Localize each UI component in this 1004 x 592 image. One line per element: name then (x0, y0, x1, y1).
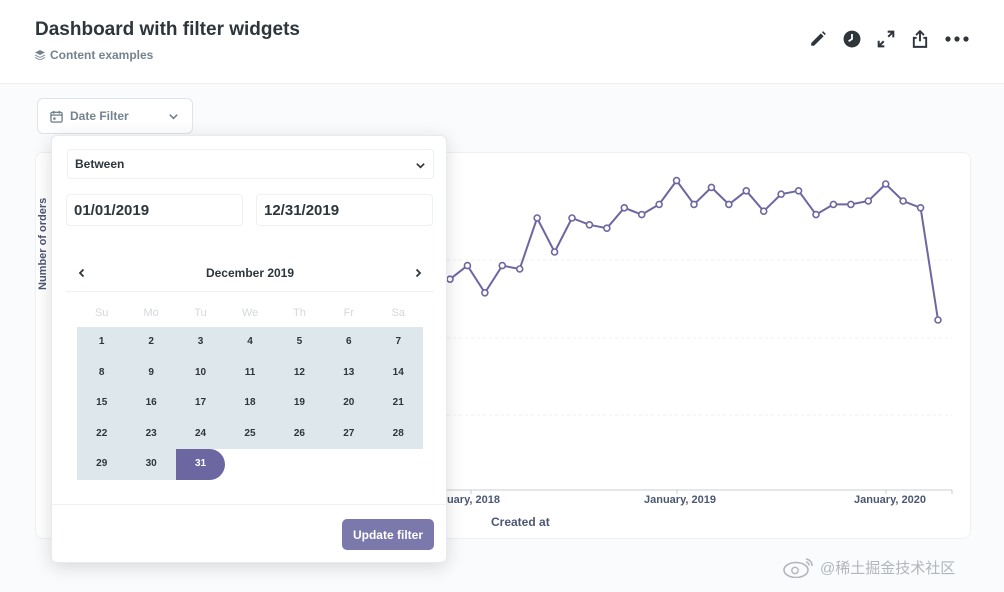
calendar-week-row: 8 9 10 11 12 13 14 (77, 357, 423, 388)
data-point[interactable] (481, 288, 489, 297)
calendar-day-16[interactable]: 16 (126, 388, 176, 419)
watermark-text: @稀土掘金技术社区 (820, 559, 956, 577)
weekday-label: Sa (391, 307, 405, 319)
start-date-input[interactable] (66, 194, 243, 226)
data-point[interactable] (794, 187, 803, 195)
data-point[interactable] (585, 221, 594, 229)
data-point[interactable] (934, 316, 942, 324)
weekday-label: Tu (194, 307, 207, 319)
calendar-day-24[interactable]: 24 (175, 418, 226, 449)
weekday-label: We (241, 307, 259, 319)
data-point[interactable] (777, 190, 785, 198)
weibo-logo-icon (783, 558, 813, 578)
data-point[interactable] (620, 204, 629, 212)
calendar-day-13[interactable]: 13 (324, 357, 374, 388)
calendar-day-3[interactable]: 3 (175, 327, 226, 358)
weekday-label: Mo (143, 307, 159, 319)
calendar-month-label: December 2019 (205, 266, 295, 280)
chevron-right-icon (415, 268, 422, 278)
calendar-day-4[interactable]: 4 (225, 327, 275, 358)
calendar-empty-cell (324, 449, 373, 480)
data-point[interactable] (707, 183, 716, 192)
data-point[interactable] (742, 187, 751, 195)
watermark: @稀土掘金技术社区 (782, 556, 955, 578)
data-point[interactable] (498, 261, 507, 270)
calendar-empty-cell (225, 449, 274, 480)
calendar-grid: Su Mo Tu We Th Fr Sa 1 2 3 4 5 6 7 8 9 10 11 12 13 14 15 16 17 1… (77, 299, 423, 480)
data-point[interactable] (533, 214, 541, 222)
date-filter-popover: Between December 2019 SuMoTuWeThFrSa1234… (51, 135, 447, 563)
data-point[interactable] (812, 210, 820, 219)
calendar-day-22[interactable]: 22 (77, 418, 127, 449)
weekday-label: Th (292, 307, 306, 319)
calendar-day-12[interactable]: 12 (274, 357, 325, 388)
data-point[interactable] (881, 180, 890, 188)
calendar-day-10[interactable]: 10 (175, 357, 226, 388)
data-point[interactable] (603, 224, 611, 232)
data-point[interactable] (637, 210, 646, 219)
data-point[interactable] (725, 200, 733, 209)
data-point[interactable] (690, 200, 698, 209)
calendar-week-row: 1234567 (77, 327, 423, 358)
data-point[interactable] (515, 265, 524, 273)
operator-value: Between (75, 157, 125, 171)
calendar-week-row: 15 16 17 18 19 20 21 (77, 388, 423, 419)
calendar-day-7[interactable]: 7 (373, 327, 423, 358)
x-tick-label-2020: January, 2020 (854, 494, 926, 506)
calendar-day-17[interactable]: 17 (175, 388, 226, 419)
data-point[interactable] (759, 207, 768, 215)
calendar-day-28[interactable]: 28 (373, 418, 423, 449)
calendar-day-19[interactable]: 19 (274, 388, 325, 419)
data-point[interactable] (847, 200, 855, 209)
calendar-day-11[interactable]: 11 (225, 357, 275, 388)
data-point[interactable] (463, 261, 472, 270)
x-tick-label-2019: January, 2019 (644, 494, 716, 506)
calendar-day-18[interactable]: 18 (225, 388, 275, 419)
y-axis-label: Number of orders (37, 197, 49, 290)
weekday-label: Fr (343, 307, 355, 319)
data-point[interactable] (568, 214, 576, 222)
calendar-day-5[interactable]: 5 (274, 327, 325, 358)
calendar-day-29[interactable]: 29 (77, 449, 127, 480)
operator-select[interactable]: Between (67, 149, 434, 179)
data-point[interactable] (829, 200, 838, 209)
calendar-week-row: 22 23 24 25 26 27 28 (77, 418, 423, 449)
next-month-button[interactable] (408, 264, 428, 282)
calendar-day-25[interactable]: 25 (225, 418, 275, 449)
calendar-day-9[interactable]: 9 (126, 357, 176, 388)
data-point[interactable] (446, 275, 454, 284)
update-filter-button[interactable]: Update filter (342, 519, 434, 550)
popover-footer-divider (52, 504, 446, 505)
weekday-label: Su (94, 307, 109, 319)
end-date-input[interactable] (256, 194, 433, 226)
calendar-day-14[interactable]: 14 (373, 357, 423, 388)
calendar-day-26[interactable]: 26 (274, 418, 325, 449)
weekday-header-row: Su Mo Tu We Th Fr Sa (77, 299, 423, 327)
calendar-day-21[interactable]: 21 (373, 388, 423, 419)
data-point[interactable] (916, 204, 925, 212)
calendar-day-30[interactable]: 30 (126, 449, 176, 480)
calendar-day-15[interactable]: 15 (77, 388, 127, 419)
chevron-down-icon (416, 163, 425, 169)
calendar-day-8[interactable]: 8 (77, 357, 127, 388)
x-axis-label: Created at (491, 515, 550, 529)
calendar-day-31[interactable]: 31 (175, 449, 226, 480)
data-point[interactable] (899, 197, 907, 205)
data-point[interactable] (672, 176, 681, 185)
calendar-day-1[interactable]: 1 (77, 327, 127, 358)
calendar-day-20[interactable]: 20 (324, 388, 374, 419)
calendar-day-27[interactable]: 27 (324, 418, 374, 449)
data-point[interactable] (864, 197, 873, 205)
calendar-empty-cell (374, 449, 423, 480)
calendar-empty-cell (275, 449, 324, 480)
data-point[interactable] (655, 200, 663, 209)
calendar-header: December 2019 (66, 256, 434, 292)
calendar-day-2[interactable]: 2 (126, 327, 176, 358)
data-point[interactable] (550, 248, 559, 256)
calendar-day-6[interactable]: 6 (324, 327, 374, 358)
calendar-week-row: 29 30 31 (77, 449, 423, 480)
calendar-day-23[interactable]: 23 (126, 418, 176, 449)
